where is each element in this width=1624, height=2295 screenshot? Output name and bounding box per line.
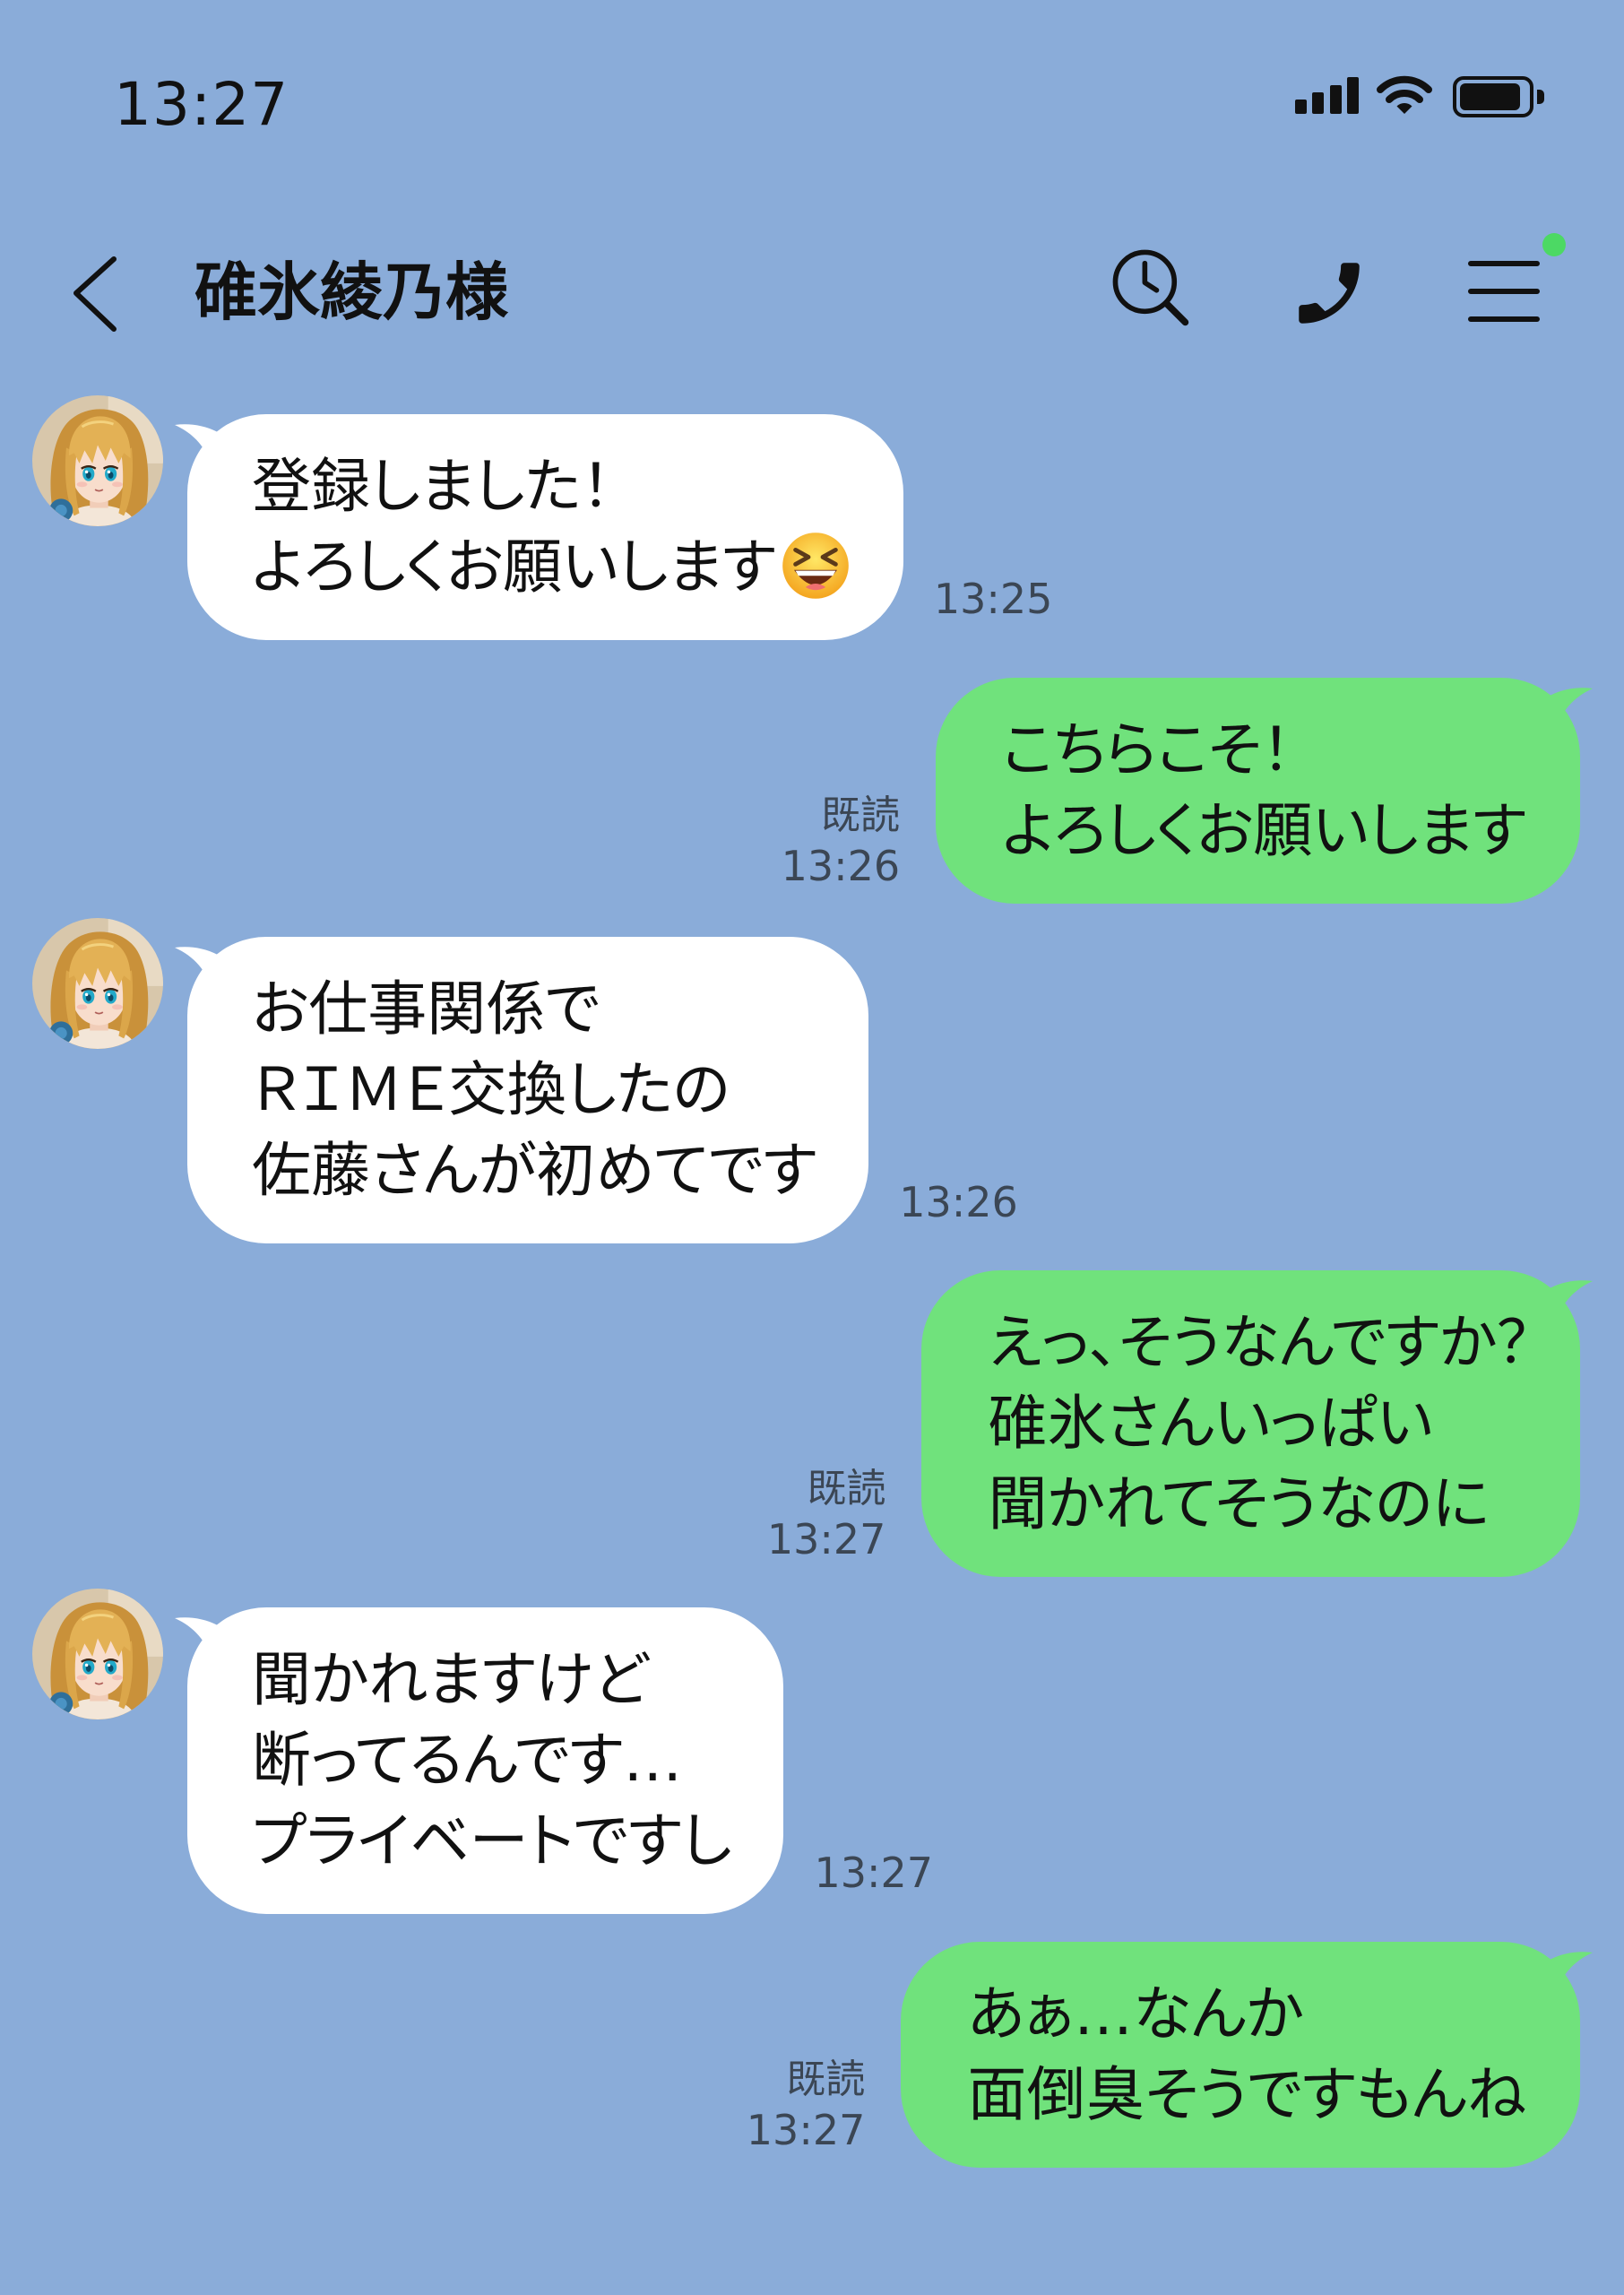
contact-avatar[interactable]	[32, 1589, 163, 1719]
laughing-face-emoji-icon	[782, 533, 849, 599]
read-receipt: 既読	[821, 792, 901, 838]
message-line: お仕事関係で	[252, 974, 600, 1044]
message-row-incoming: お仕事関係で ＲＩＭＥ交換したの 佐藤さんが初めてです 13:26	[32, 918, 1018, 1243]
signal-bar	[1330, 85, 1342, 114]
message-meta: 13:27	[814, 1848, 933, 1898]
read-receipt: 既読	[807, 1466, 886, 1511]
message-line: 面倒臭そうですもんね	[967, 2060, 1526, 2129]
message-line: 登録しました！	[252, 452, 611, 521]
back-button[interactable]	[70, 253, 120, 335]
message-row-outgoing: 既読 13:26 こちらこそ！ よろしくお願いします	[782, 678, 1593, 904]
message-meta: 既読 13:26	[782, 791, 901, 891]
contact-avatar[interactable]	[32, 395, 163, 526]
chevron-left-icon	[73, 256, 117, 332]
message-time: 13:26	[781, 842, 901, 890]
bubble-tail	[1550, 688, 1593, 733]
signal-bar	[1347, 77, 1359, 114]
signal-bar	[1295, 100, 1307, 114]
message-bubble[interactable]: えっ、そうなんですか？ 碓氷さんいっぱい 聞かれてそうなのに	[921, 1270, 1593, 1577]
message-line: こちらこそ！	[1002, 715, 1291, 784]
hamburger-menu-icon	[1468, 261, 1540, 322]
message-time: 13:27	[814, 1849, 934, 1897]
message-line: 断ってるんです…	[252, 1726, 683, 1795]
bubble-tail	[1550, 1952, 1593, 1997]
message-line: プライベートですし	[252, 1806, 732, 1875]
bubble-tail	[1550, 1280, 1593, 1326]
wifi-icon	[1375, 74, 1434, 115]
message-bubble[interactable]: あぁ…なんか 面倒臭そうですもんね	[901, 1942, 1593, 2168]
menu-button[interactable]	[1466, 255, 1542, 327]
message-line: ＲＩＭＥ交換したの	[252, 1055, 730, 1124]
message-time: 13:26	[899, 1178, 1018, 1226]
read-receipt: 既読	[786, 2057, 866, 2102]
message-meta: 13:26	[899, 1177, 1018, 1227]
message-meta: 13:25	[934, 574, 1053, 624]
message-line: よろしくお願いします	[252, 527, 851, 608]
message-line: あぁ…なんか	[967, 1979, 1304, 2048]
message-bubble[interactable]: 登録しました！ よろしくお願いします	[175, 414, 903, 640]
message-line: えっ、そうなんですか？	[988, 1308, 1526, 1377]
bubble-tail	[175, 424, 218, 470]
message-text: よろしくお願いします	[252, 533, 776, 602]
search-button[interactable]	[1108, 245, 1192, 329]
message-time: 13:27	[766, 1515, 886, 1563]
search-history-icon	[1112, 249, 1189, 326]
message-row-incoming: 聞かれますけど 断ってるんです… プライベートですし 13:27	[32, 1589, 933, 1914]
chat-title: 碓氷綾乃様	[194, 255, 508, 329]
contact-avatar[interactable]	[32, 918, 163, 1049]
bubble-tail	[175, 1617, 218, 1663]
message-line: 佐藤さんが初めてです	[252, 1136, 817, 1205]
notification-dot	[1542, 233, 1566, 256]
battery-cap	[1537, 90, 1544, 104]
phone-icon	[1299, 263, 1360, 324]
chat-screen: 13:27 碓氷綾乃様 登録しました！ よろしくお願いします 13:25 既読 …	[0, 0, 1624, 2295]
message-time: 13:25	[933, 575, 1053, 623]
message-row-incoming: 登録しました！ よろしくお願いします 13:25	[32, 395, 1052, 640]
battery-level-fill	[1460, 83, 1520, 110]
message-line: 聞かれますけど	[252, 1645, 649, 1714]
message-row-outgoing: 既読 13:27 あぁ…なんか 面倒臭そうですもんね	[747, 1942, 1593, 2168]
call-button[interactable]	[1289, 253, 1369, 333]
message-bubble[interactable]: お仕事関係で ＲＩＭＥ交換したの 佐藤さんが初めてです	[175, 937, 869, 1243]
message-line: よろしくお願いします	[1002, 796, 1526, 865]
message-meta: 既読 13:27	[747, 2055, 866, 2155]
message-line: 聞かれてそうなのに	[988, 1469, 1490, 1538]
message-meta: 既読 13:27	[767, 1464, 886, 1564]
message-line: 碓氷さんいっぱい	[988, 1389, 1433, 1458]
bubble-tail	[175, 947, 218, 992]
message-time: 13:27	[746, 2106, 866, 2154]
message-row-outgoing: 既読 13:27 えっ、そうなんですか？ 碓氷さんいっぱい 聞かれてそうなのに	[767, 1270, 1593, 1577]
signal-icon	[1295, 76, 1360, 114]
message-bubble[interactable]: こちらこそ！ よろしくお願いします	[936, 678, 1593, 904]
signal-bar	[1312, 92, 1324, 114]
battery-icon	[1453, 76, 1544, 117]
status-time: 13:27	[114, 70, 289, 139]
message-bubble[interactable]: 聞かれますけど 断ってるんです… プライベートですし	[175, 1607, 784, 1914]
